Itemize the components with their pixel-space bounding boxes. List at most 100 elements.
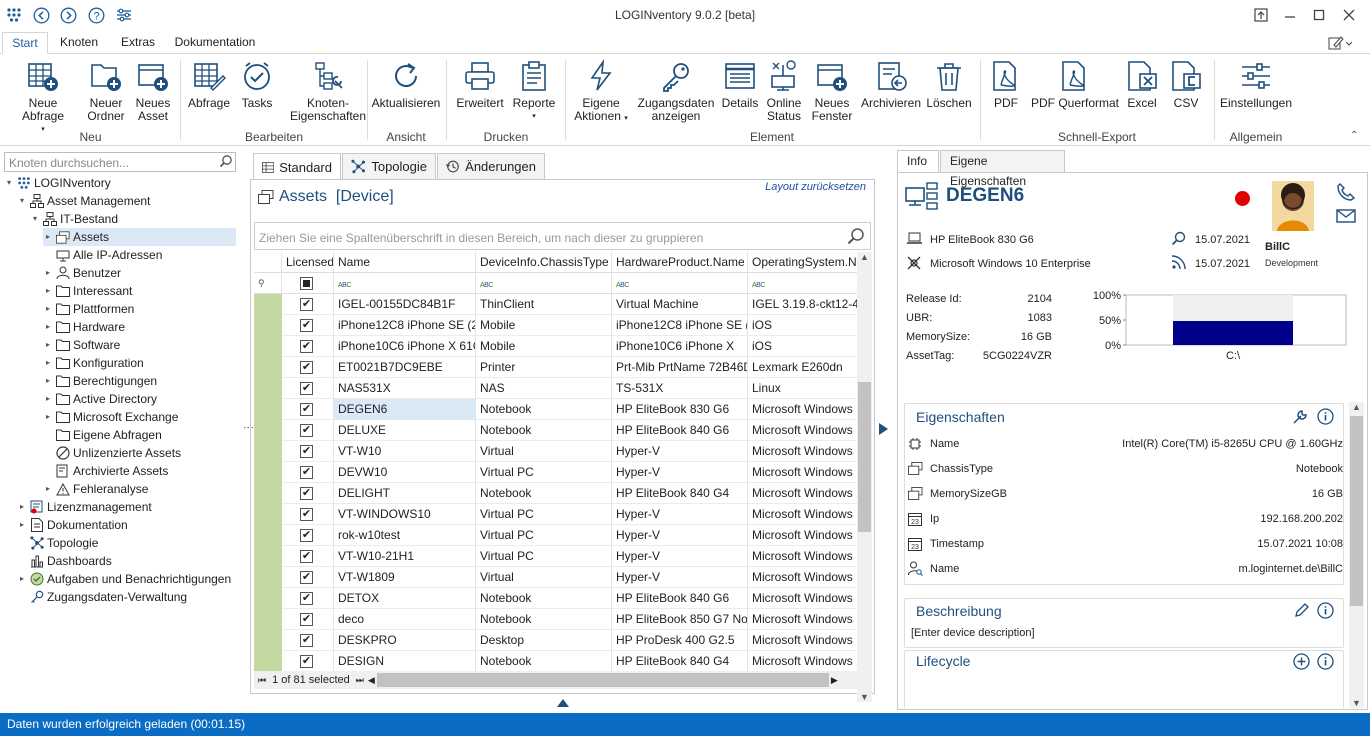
table-cell[interactable]: Microsoft Windows 10	[748, 441, 857, 462]
filter-checkbox[interactable]	[282, 273, 334, 294]
table-row[interactable]: ✔ DETOX Notebook HP EliteBook 840 G6 Microso…	[254, 588, 857, 609]
property-row[interactable]: Name Intel(R) Core(TM) i5-8265U CPU @ 1.6…	[909, 431, 1347, 456]
grid-search-icon[interactable]	[847, 227, 865, 245]
licensed-checkbox[interactable]: ✔	[300, 508, 313, 521]
licensed-cell[interactable]: ✔	[282, 336, 334, 357]
licensed-checkbox[interactable]: ✔	[300, 361, 313, 374]
tree-node-aufgaben[interactable]: ▸ Aufgaben und Benachrichtigungen	[17, 570, 231, 588]
table-cell[interactable]: iOS	[748, 315, 857, 336]
refresh-button[interactable]: Aktualisieren	[372, 56, 440, 110]
table-row[interactable]: ✔ VT-W1809 Virtual Hyper-V Microsoft Windows…	[254, 567, 857, 588]
licensed-checkbox[interactable]: ✔	[300, 634, 313, 647]
settings-button[interactable]: Einstellungen	[1220, 56, 1292, 110]
licensed-checkbox[interactable]: ✔	[300, 487, 313, 500]
table-row[interactable]: ✔ DESIGN Notebook HP EliteBook 840 G4 Micros…	[254, 651, 857, 672]
info-icon[interactable]	[1317, 408, 1334, 425]
column-header[interactable]: OperatingSystem.Name	[748, 252, 857, 273]
column-header[interactable]: DeviceInfo.ChassisType	[476, 252, 612, 273]
licensed-checkbox[interactable]: ✔	[300, 319, 313, 332]
wrench-icon[interactable]	[1292, 409, 1308, 425]
minimize-icon[interactable]	[1280, 5, 1300, 25]
table-cell[interactable]: Microsoft Windows 10	[748, 546, 857, 567]
horizontal-scrollbar-thumb[interactable]	[376, 673, 829, 687]
table-cell[interactable]: Microsoft Windows 10	[748, 525, 857, 546]
new-asset-button[interactable]: Neues Asset	[132, 56, 174, 123]
table-row[interactable]: ✔ DELIGHT Notebook HP EliteBook 840 G4 Micro…	[254, 483, 857, 504]
info-icon[interactable]	[1317, 602, 1334, 619]
table-cell[interactable]: HP EliteBook 830 G6	[612, 399, 748, 420]
table-cell[interactable]: rok-w10test	[334, 525, 476, 546]
expand-arrow-icon[interactable]: ▸	[43, 264, 53, 282]
table-cell[interactable]: DESIGN	[334, 651, 476, 672]
scrollbar-thumb[interactable]	[858, 382, 871, 532]
table-cell[interactable]: DETOX	[334, 588, 476, 609]
table-cell[interactable]: VT-W10-21H1	[334, 546, 476, 567]
table-cell[interactable]: Microsoft Windows 10	[748, 504, 857, 525]
table-cell[interactable]: TS-531X	[612, 378, 748, 399]
tab-eigene-eigenschaften[interactable]: Eigene Eigenschaften	[940, 150, 1065, 188]
property-row[interactable]: 23 Ip 192.168.200.202	[908, 506, 1347, 531]
table-cell[interactable]: Printer	[476, 357, 612, 378]
tree-node-active-directory[interactable]: ▸ Active Directory	[43, 390, 157, 408]
table-cell[interactable]: iPhone10C6 iPhone X 61C...	[334, 336, 476, 357]
tree-node-topologie[interactable]: Topologie	[17, 534, 98, 552]
layout-reset-link[interactable]: Layout zurücksetzen	[765, 181, 866, 193]
tree-node-plattformen[interactable]: ▸ Plattformen	[43, 300, 134, 318]
table-cell[interactable]: VT-W1809	[334, 567, 476, 588]
scroll-right-icon[interactable]: ▶	[831, 675, 838, 686]
table-row[interactable]: ✔ rok-w10test Virtual PC Hyper-V Microsoft W…	[254, 525, 857, 546]
export-pdf-landscape-button[interactable]: PDF Querformat	[1030, 56, 1120, 110]
add-circle-icon[interactable]	[1293, 653, 1310, 670]
table-cell[interactable]: Virtual	[476, 441, 612, 462]
filter-pin-icon[interactable]: ⚲	[254, 273, 282, 294]
table-cell[interactable]: HP EliteBook 850 G7 Not...	[612, 609, 748, 630]
table-cell[interactable]: HP EliteBook 840 G4	[612, 483, 748, 504]
table-cell[interactable]: Microsoft Windows 10	[748, 462, 857, 483]
table-cell[interactable]: Notebook	[476, 588, 612, 609]
expand-arrow-icon[interactable]: ▸	[17, 498, 27, 516]
details-button[interactable]: Details	[720, 56, 760, 110]
table-cell[interactable]: DELUXE	[334, 420, 476, 441]
table-cell[interactable]: Microsoft Windows 10	[748, 609, 857, 630]
table-row[interactable]: ✔ ET0021B7DC9EBE Printer Prt-Mib PrtName 72…	[254, 357, 857, 378]
expand-arrow-icon[interactable]: ▾	[4, 174, 14, 192]
collapse-ribbon-icon[interactable]: ⌃	[1350, 130, 1358, 141]
table-cell[interactable]: Prt-Mib PrtName 72B46DH	[612, 357, 748, 378]
table-cell[interactable]: HP EliteBook 840 G6	[612, 420, 748, 441]
tab-standard[interactable]: Standard	[253, 153, 341, 180]
text-filter-icon[interactable]: ABC	[748, 273, 857, 294]
table-cell[interactable]: Notebook	[476, 399, 612, 420]
licensed-checkbox[interactable]: ✔	[300, 382, 313, 395]
table-cell[interactable]: Mobile	[476, 336, 612, 357]
table-cell[interactable]: Hyper-V	[612, 546, 748, 567]
licensed-cell[interactable]: ✔	[282, 441, 334, 462]
table-row[interactable]: ✔ VT-WINDOWS10 Virtual PC Hyper-V Microsoft …	[254, 504, 857, 525]
table-cell[interactable]: HP EliteBook 840 G4	[612, 651, 748, 672]
table-cell[interactable]: Hyper-V	[612, 525, 748, 546]
table-cell[interactable]: Microsoft Windows 10	[748, 483, 857, 504]
table-cell[interactable]: DEVW10	[334, 462, 476, 483]
tree-search-input[interactable]: Knoten durchsuchen...	[4, 152, 236, 172]
export-excel-button[interactable]: Excel	[1124, 56, 1160, 110]
table-cell[interactable]: Virtual PC	[476, 546, 612, 567]
table-cell[interactable]: Hyper-V	[612, 441, 748, 462]
archive-button[interactable]: Archivieren	[861, 56, 921, 110]
licensed-cell[interactable]: ✔	[282, 399, 334, 420]
table-cell[interactable]: Lexmark E260dn	[748, 357, 857, 378]
edit-ribbon-icon[interactable]	[1325, 32, 1355, 54]
query-button[interactable]: Abfrage	[186, 56, 232, 110]
table-row[interactable]: ✔ iPhone10C6 iPhone X 61C...MobileiPhone1…	[254, 336, 857, 357]
tree-node-dokumentation[interactable]: ▸ Dokumentation	[17, 516, 128, 534]
description-text[interactable]: [Enter device description]	[911, 627, 1035, 639]
property-row[interactable]: 23 Timestamp 15.07.2021 10:08	[908, 531, 1347, 556]
delete-button[interactable]: Löschen	[926, 56, 972, 110]
scroll-left-icon[interactable]: ◀	[368, 675, 375, 686]
table-cell[interactable]: Microsoft Windows 10	[748, 588, 857, 609]
vertical-scrollbar[interactable]: ▲ ▼	[857, 252, 872, 702]
table-row[interactable]: ✔ VT-W10-21H1 Virtual PC Hyper-V Microsoft W…	[254, 546, 857, 567]
tab-info[interactable]: Info	[897, 150, 939, 172]
expand-arrow-icon[interactable]: ▸	[43, 282, 53, 300]
table-row[interactable]: ✔ DELUXE Notebook HP EliteBook 840 G6 Micros…	[254, 420, 857, 441]
table-row[interactable]: ✔ DESKPRO Desktop HP ProDesk 400 G2.5 Micros…	[254, 630, 857, 651]
licensed-cell[interactable]: ✔	[282, 483, 334, 504]
